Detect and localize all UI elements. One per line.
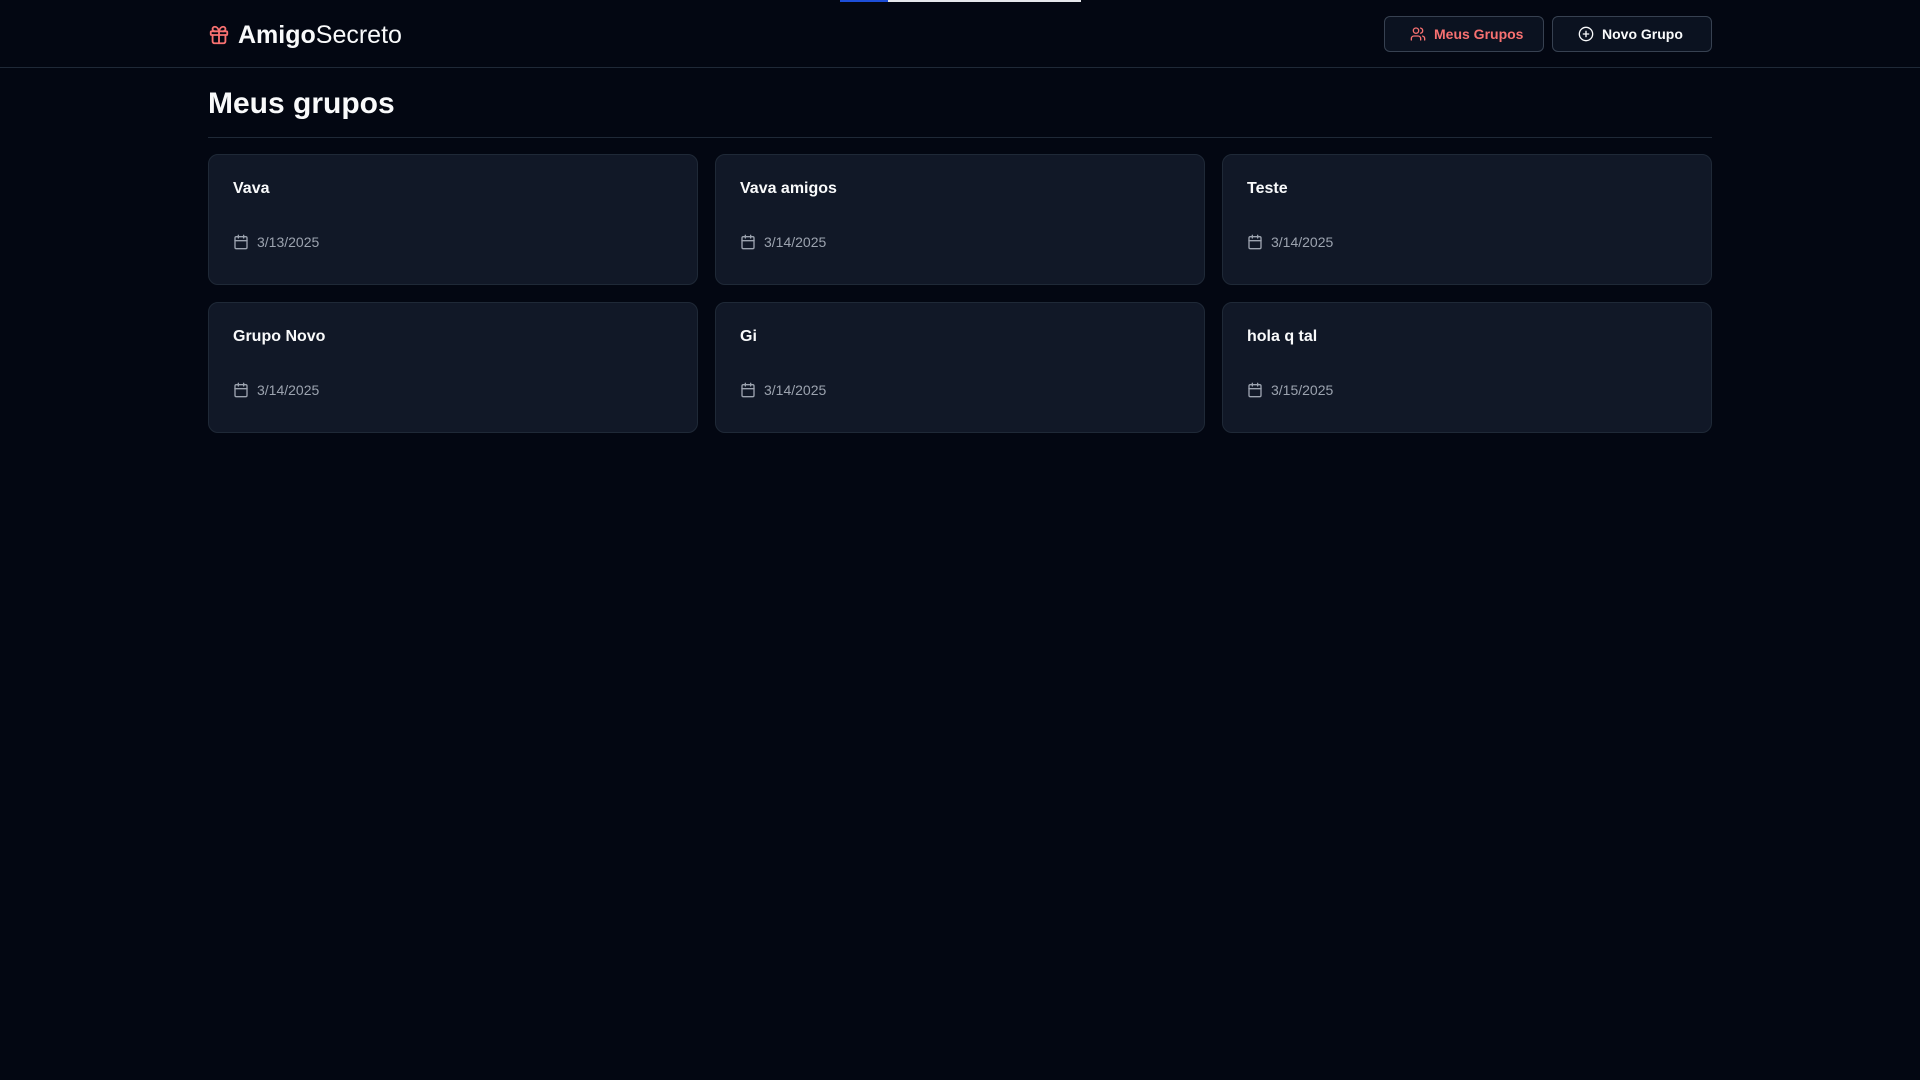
calendar-icon xyxy=(740,234,756,250)
calendar-icon xyxy=(233,234,249,250)
new-group-label: Novo Grupo xyxy=(1602,26,1683,42)
group-card[interactable]: hola q tal 3/15/2025 xyxy=(1222,302,1712,433)
top-navbar: AmigoSecreto Meus Grupos Novo Grupo xyxy=(0,0,1920,68)
calendar-icon xyxy=(1247,382,1263,398)
calendar-icon xyxy=(1247,234,1263,250)
group-name: Vava xyxy=(233,180,270,197)
groups-grid: Vava 3/13/2025 Vava amigos 3/14/2025 Tes… xyxy=(208,154,1712,433)
brand-name: AmigoSecreto xyxy=(238,18,402,52)
users-icon xyxy=(1410,26,1426,42)
new-group-button[interactable]: Novo Grupo xyxy=(1552,16,1712,52)
page-title: Meus grupos xyxy=(208,87,395,120)
group-name: Gi xyxy=(740,328,757,345)
group-date: 3/15/2025 xyxy=(1247,381,1333,399)
calendar-icon xyxy=(233,382,249,398)
my-groups-button[interactable]: Meus Grupos xyxy=(1384,16,1544,52)
group-card[interactable]: Teste 3/14/2025 xyxy=(1222,154,1712,285)
group-date-text: 3/13/2025 xyxy=(257,234,320,250)
group-name: Vava amigos xyxy=(740,180,837,197)
brand-name-light: Secreto xyxy=(315,21,402,49)
calendar-icon xyxy=(740,382,756,398)
group-card[interactable]: Vava amigos 3/14/2025 xyxy=(715,154,1205,285)
group-name: hola q tal xyxy=(1247,328,1318,345)
plus-circle-icon xyxy=(1578,26,1594,42)
header-nav: Meus Grupos Novo Grupo xyxy=(1384,16,1712,52)
group-name: Teste xyxy=(1247,180,1288,197)
group-date: 3/13/2025 xyxy=(233,233,319,251)
my-groups-label: Meus Grupos xyxy=(1434,26,1524,42)
group-date-text: 3/14/2025 xyxy=(257,382,320,398)
group-date-text: 3/14/2025 xyxy=(1271,234,1334,250)
group-date-text: 3/15/2025 xyxy=(1271,382,1334,398)
group-date-text: 3/14/2025 xyxy=(764,234,827,250)
group-card[interactable]: Vava 3/13/2025 xyxy=(208,154,698,285)
brand-name-bold: Amigo xyxy=(238,21,316,49)
group-date-text: 3/14/2025 xyxy=(764,382,827,398)
group-date: 3/14/2025 xyxy=(233,381,319,399)
title-divider xyxy=(208,137,1712,138)
group-card[interactable]: Grupo Novo 3/14/2025 xyxy=(208,302,698,433)
group-name: Grupo Novo xyxy=(233,328,326,345)
group-date: 3/14/2025 xyxy=(740,233,826,251)
gift-icon xyxy=(208,24,230,46)
group-date: 3/14/2025 xyxy=(1247,233,1333,251)
brand-logo[interactable]: AmigoSecreto xyxy=(208,18,402,52)
group-date: 3/14/2025 xyxy=(740,381,826,399)
group-card[interactable]: Gi 3/14/2025 xyxy=(715,302,1205,433)
